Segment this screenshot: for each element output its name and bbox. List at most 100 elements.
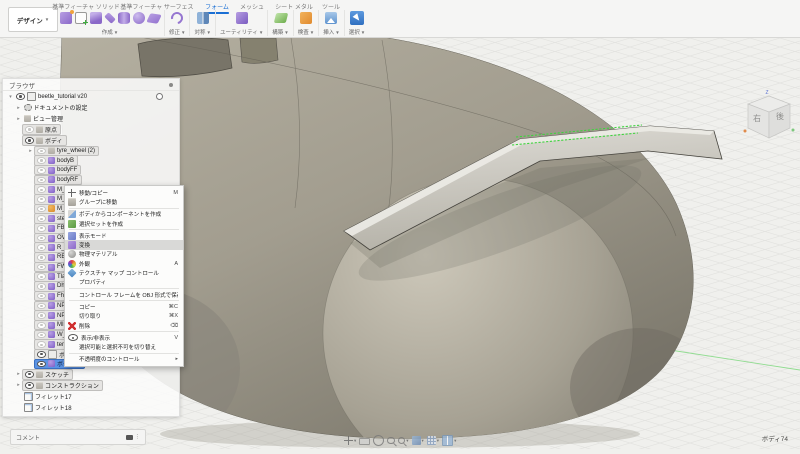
visibility-eye-icon[interactable]: [37, 263, 46, 271]
chevron-down-icon[interactable]: ▾: [437, 438, 439, 444]
marking-menu-icon[interactable]: [125, 434, 133, 440]
utility-icon[interactable]: [235, 12, 248, 24]
display-settings-button[interactable]: ▾: [411, 436, 424, 445]
visibility-eye-icon[interactable]: [37, 157, 46, 164]
tree-row[interactable]: ▸ コンストラクション: [3, 380, 179, 391]
tree-row[interactable]: ▸ ドキュメントの設定: [3, 102, 179, 113]
activate-radio-icon[interactable]: [156, 93, 163, 100]
panel-symmetry-label[interactable]: 対称 ▼: [194, 28, 210, 37]
visibility-eye-icon[interactable]: [37, 331, 46, 339]
visibility-eye-icon[interactable]: [37, 166, 46, 174]
menu-item[interactable]: 不透明度のコントロール ▸: [65, 355, 183, 364]
visibility-eye-icon[interactable]: [37, 360, 46, 368]
visibility-eye-icon[interactable]: [37, 195, 46, 203]
visibility-eye-icon[interactable]: [25, 382, 34, 389]
view-cube[interactable]: Z 右 後: [740, 88, 798, 151]
visibility-eye-icon[interactable]: [37, 341, 46, 348]
visibility-eye-icon[interactable]: [37, 234, 46, 242]
look-at-icon[interactable]: [359, 438, 371, 445]
visibility-eye-icon[interactable]: [37, 273, 46, 281]
tree-row[interactable]: フィレット17: [3, 391, 179, 402]
menu-item[interactable]: 外観 A: [65, 259, 183, 268]
grid-settings-button[interactable]: ▾: [426, 436, 439, 445]
insert-icon[interactable]: [325, 12, 338, 24]
box-primitive-icon[interactable]: [90, 12, 102, 24]
visibility-eye-icon[interactable]: [37, 244, 46, 252]
pan-icon[interactable]: [344, 436, 353, 445]
edit-form-icon[interactable]: [168, 9, 186, 27]
display-settings-icon[interactable]: [411, 436, 421, 445]
visibility-eye-icon[interactable]: [37, 225, 46, 232]
panel-insert-label[interactable]: 挿入 ▼: [323, 28, 339, 37]
browser-header[interactable]: ブラウザ: [3, 79, 179, 91]
more-options-icon[interactable]: ⋮: [135, 434, 141, 440]
expander-closed-icon[interactable]: ▸: [15, 371, 22, 377]
visibility-eye-icon[interactable]: [37, 147, 46, 155]
zoom-window-icon[interactable]: [387, 436, 395, 445]
create-form-icon[interactable]: [60, 10, 74, 24]
mirror-icon[interactable]: [196, 12, 209, 24]
zoom-icon[interactable]: [397, 436, 406, 445]
pan-button[interactable]: ▾: [344, 436, 356, 445]
chevron-down-icon[interactable]: ▾: [354, 438, 356, 444]
panel-select-label[interactable]: 選択 ▼: [349, 28, 365, 37]
cylinder-primitive-icon[interactable]: [118, 12, 130, 24]
expander-closed-icon[interactable]: ▸: [15, 382, 22, 388]
sphere-primitive-icon[interactable]: [133, 12, 145, 24]
menu-item[interactable]: 選択可能と選択不可を切り替え: [65, 342, 183, 351]
tree-row[interactable]: bodyB: [3, 155, 179, 166]
visibility-eye-icon[interactable]: [37, 312, 46, 319]
visibility-eye-icon[interactable]: [37, 283, 46, 290]
tree-row[interactable]: ▸ tyre_wheel (2): [3, 145, 179, 157]
visibility-eye-icon[interactable]: [37, 215, 46, 222]
visibility-eye-icon[interactable]: [37, 254, 46, 261]
create-sketch-icon[interactable]: [75, 12, 88, 25]
visibility-eye-icon[interactable]: [25, 371, 34, 378]
look-at-button[interactable]: [359, 436, 371, 445]
panel-inspect-label[interactable]: 検査 ▼: [298, 28, 314, 37]
construct-icon[interactable]: [273, 13, 288, 23]
menu-item[interactable]: 選択セットを作成: [65, 219, 183, 228]
visibility-eye-icon[interactable]: [25, 137, 34, 144]
chevron-down-icon[interactable]: ▾: [422, 438, 424, 444]
panel-construct-label[interactable]: 構築 ▼: [272, 28, 288, 37]
menu-item[interactable]: コントロール フレームを OBJ 形式で保存: [65, 290, 183, 299]
menu-item[interactable]: 切り取り ⌘X: [65, 312, 183, 321]
grid-settings-icon[interactable]: [426, 436, 436, 445]
expander-open-icon[interactable]: ▾: [7, 94, 14, 100]
comment-bar[interactable]: コメント ⋮: [10, 429, 146, 445]
visibility-eye-icon[interactable]: [37, 321, 46, 329]
visibility-eye-icon[interactable]: [37, 205, 46, 213]
menu-item[interactable]: プロパティ: [65, 278, 183, 287]
menu-item[interactable]: ボディからコンポーネントを作成: [65, 210, 183, 219]
panel-modify-label[interactable]: 修正 ▼: [169, 28, 185, 37]
tree-row[interactable]: ▸ スケッチ: [3, 369, 179, 380]
menu-item[interactable]: 物理マテリアル: [65, 250, 183, 259]
inspect-icon[interactable]: [300, 12, 312, 24]
face-primitive-icon[interactable]: [146, 12, 162, 24]
expander-closed-icon[interactable]: ▸: [15, 105, 22, 111]
menu-item[interactable]: 表示/非表示 V: [65, 333, 183, 342]
visibility-eye-icon[interactable]: [16, 93, 25, 100]
panel-options-icon[interactable]: [169, 82, 173, 87]
zoom-button[interactable]: ▾: [397, 436, 409, 445]
viewport-settings-button[interactable]: ▾: [442, 435, 456, 446]
visibility-eye-icon[interactable]: [37, 186, 46, 193]
tree-row[interactable]: フィレット18: [3, 402, 179, 413]
expander-closed-icon[interactable]: ▸: [27, 148, 34, 154]
tree-row[interactable]: ▾ beetle_tutorial v20: [3, 91, 179, 102]
expander-closed-icon[interactable]: ▸: [15, 116, 22, 122]
tree-row[interactable]: bodyRF: [3, 174, 179, 186]
tree-row[interactable]: ▸ ビュー管理: [3, 113, 179, 124]
viewport-settings-icon[interactable]: [442, 435, 454, 446]
zoom-window-button[interactable]: [387, 436, 395, 445]
tree-row[interactable]: ボディ: [3, 135, 179, 146]
tree-row[interactable]: bodyFF: [3, 164, 179, 176]
chevron-down-icon[interactable]: ▾: [406, 438, 408, 444]
visibility-eye-icon[interactable]: [37, 292, 46, 300]
menu-item[interactable]: 移動/コピー M: [65, 188, 183, 197]
menu-item[interactable]: 表示モード: [65, 231, 183, 240]
orbit-icon[interactable]: [373, 435, 385, 446]
plane-primitive-icon[interactable]: [104, 12, 116, 24]
menu-item[interactable]: グループに移動: [65, 197, 183, 206]
